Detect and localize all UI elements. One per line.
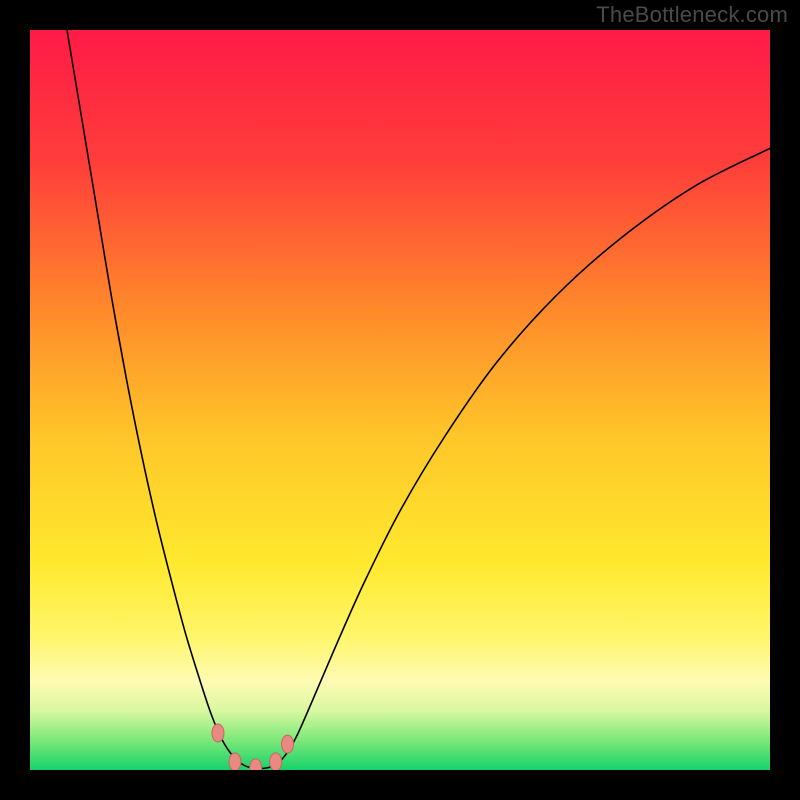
chart-frame: TheBottleneck.com	[0, 0, 800, 800]
data-marker	[270, 753, 282, 770]
data-marker	[212, 724, 224, 742]
bottleneck-plot	[30, 30, 770, 770]
plot-background	[30, 30, 770, 770]
watermark-text: TheBottleneck.com	[596, 2, 788, 28]
plot-svg	[30, 30, 770, 770]
data-marker	[229, 753, 241, 770]
data-marker	[282, 735, 294, 753]
